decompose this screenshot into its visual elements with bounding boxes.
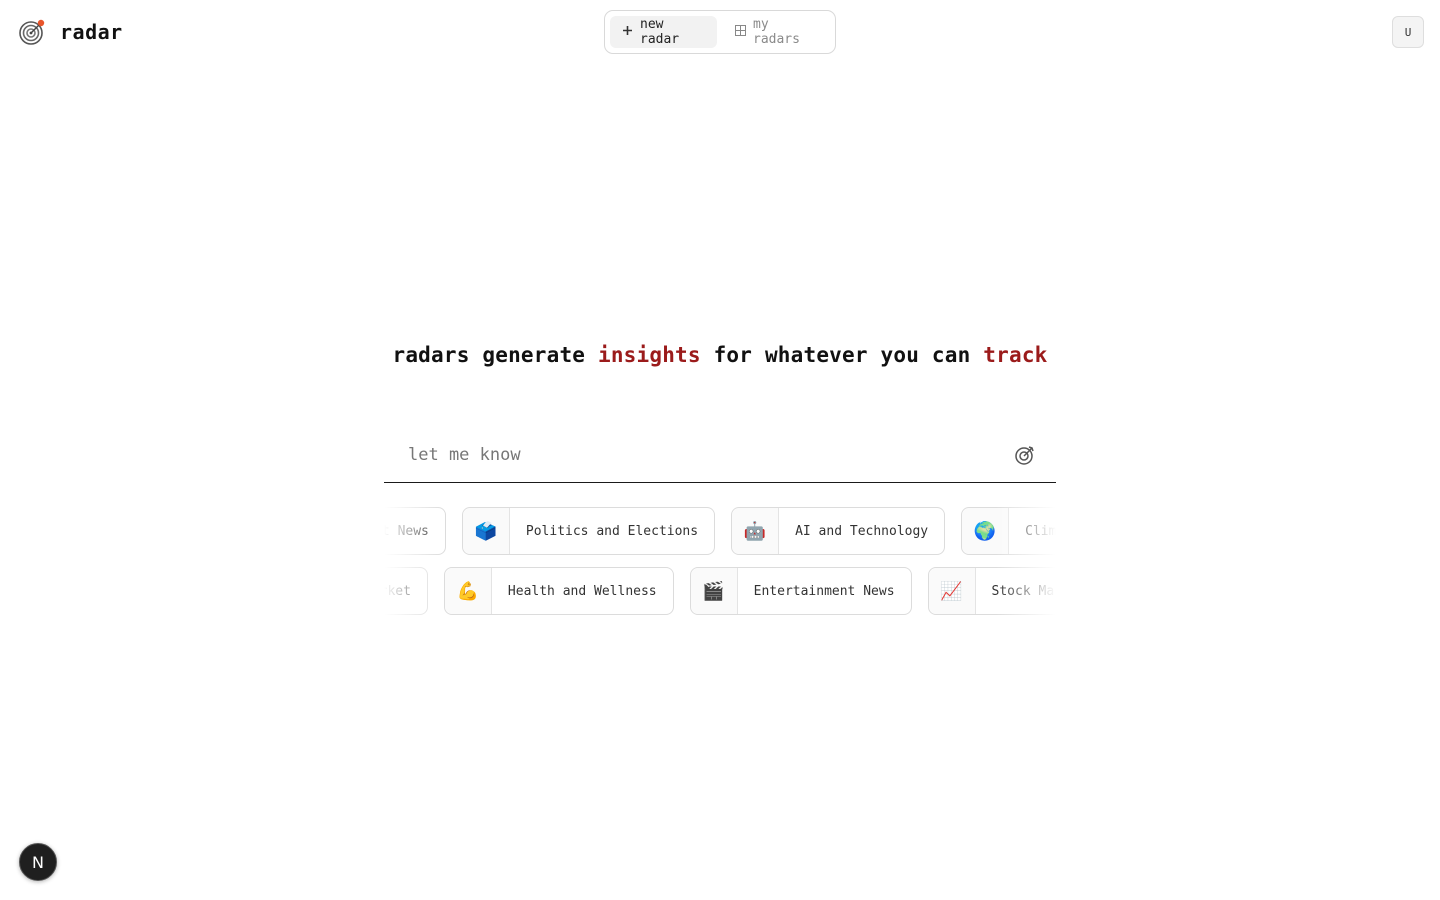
- nextjs-dev-badge[interactable]: N: [19, 843, 57, 881]
- suggestion-label: Stock Market: [384, 583, 411, 599]
- main-nav: new radar my radars: [604, 10, 836, 54]
- suggestion-label: Entertainment News: [384, 523, 429, 539]
- suggestion-chip[interactable]: 📈 Stock Market: [384, 567, 428, 615]
- ballot-box-icon: 🗳️: [462, 508, 510, 554]
- globe-icon: 🌍: [962, 508, 1010, 554]
- user-avatar-button[interactable]: U: [1392, 16, 1424, 48]
- suggestion-label: Entertainment News: [753, 583, 895, 599]
- headline-part-2: for whatever you can: [700, 343, 984, 367]
- suggestion-label: Stock Market: [991, 583, 1056, 599]
- plus-icon: [622, 25, 633, 39]
- suggestion-label: Health and Wellness: [507, 583, 657, 599]
- suggestion-chip[interactable]: 🎭 Entertainment News: [384, 507, 446, 555]
- suggestion-chip[interactable]: 🎬 Entertainment News: [689, 567, 912, 615]
- nav-my-radars[interactable]: my radars: [723, 16, 830, 48]
- suggestions-row-2: 📈 Stock Market 💪 Health and Wellness 🎬 E…: [384, 567, 1056, 615]
- headline-part-1: radars generate: [392, 343, 598, 367]
- robot-icon: 🤖: [732, 508, 780, 554]
- logo-text: radar: [60, 19, 123, 44]
- target-icon[interactable]: [1013, 443, 1037, 467]
- radar-icon: [19, 18, 46, 45]
- suggestion-chip[interactable]: 📈 Stock Market: [927, 567, 1056, 615]
- nav-new-radar-label: new radar: [640, 17, 680, 47]
- headline-highlight-insights: insights: [597, 343, 701, 367]
- search-bar: [384, 428, 1056, 483]
- suggestion-chip[interactable]: 💪 Health and Wellness: [443, 567, 674, 615]
- suggestion-chip[interactable]: 🗳️ Politics and Elections: [461, 507, 716, 555]
- nav-new-radar[interactable]: new radar: [610, 16, 717, 48]
- headline-highlight-track: track: [983, 343, 1048, 367]
- search-input[interactable]: [384, 445, 1013, 465]
- nav-my-radars-label: my radars: [753, 17, 800, 47]
- suggestion-label: AI and Technology: [795, 523, 929, 539]
- logo[interactable]: radar: [19, 18, 123, 45]
- chart-up-icon: 📈: [928, 568, 976, 614]
- headline: radars generate insights for whatever yo…: [0, 343, 1440, 367]
- grid-icon: [735, 25, 746, 39]
- suggestion-chip[interactable]: 🤖 AI and Technology: [731, 507, 946, 555]
- clapperboard-icon: 🎬: [690, 568, 738, 614]
- suggestion-label: Politics and Elections: [525, 523, 699, 539]
- suggestion-chip[interactable]: 🌍 Climate Change: [961, 507, 1056, 555]
- suggestions-row-1: 🎭 Entertainment News 🗳️ Politics and Ele…: [384, 507, 1056, 555]
- flexed-bicep-icon: 💪: [444, 568, 492, 614]
- suggestion-label: Climate Change: [1025, 523, 1056, 539]
